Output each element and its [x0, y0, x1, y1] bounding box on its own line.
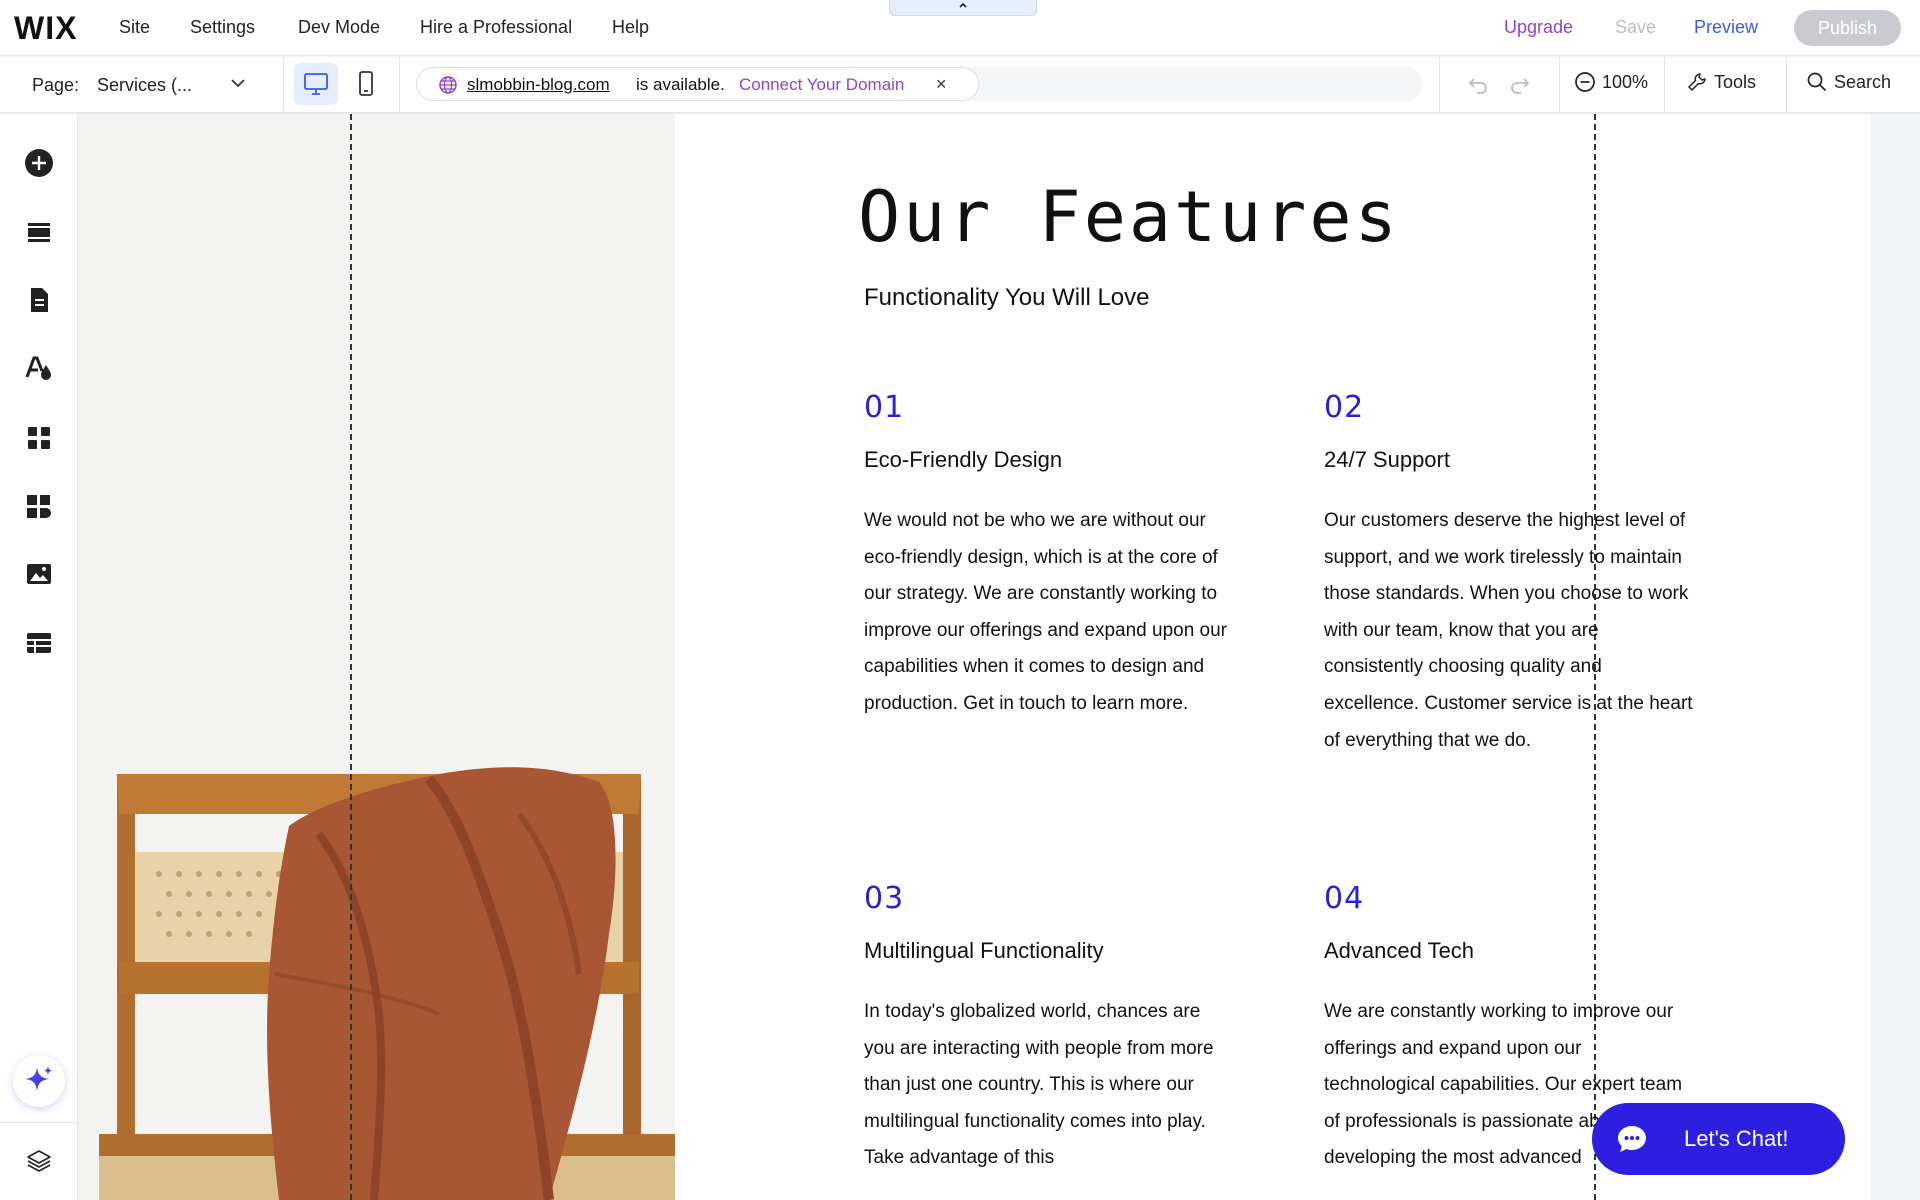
zoom-button[interactable]: 100% — [1574, 71, 1648, 99]
collapse-toolbar-button[interactable] — [889, 0, 1037, 16]
divider — [283, 57, 284, 113]
save-button[interactable]: Save — [1615, 17, 1656, 38]
lets-chat-button[interactable]: Let's Chat! — [1592, 1103, 1845, 1175]
editor-toolbar: Page: Services (... slmobbin-blog.com is… — [0, 57, 1920, 113]
search-button[interactable]: Search — [1806, 71, 1891, 99]
domain-name[interactable]: slmobbin-blog.com — [467, 75, 610, 95]
add-icon[interactable] — [24, 148, 54, 178]
left-sidebar — [0, 114, 78, 1200]
mobile-view-button[interactable] — [350, 63, 382, 105]
pages-icon[interactable] — [24, 285, 54, 315]
top-bar: WIX Site Settings Dev Mode Hire a Profes… — [0, 0, 1920, 56]
chevron-up-icon — [959, 2, 967, 8]
media-icon[interactable] — [24, 559, 54, 589]
divider — [399, 57, 400, 113]
chat-label: Let's Chat! — [1684, 1126, 1789, 1151]
desktop-icon — [304, 73, 328, 95]
desktop-view-button[interactable] — [294, 63, 338, 105]
mobile-icon — [359, 71, 373, 96]
chair-with-sweater-illustration — [79, 114, 675, 1200]
canvas-margin — [1871, 114, 1920, 1200]
business-apps-icon[interactable] — [24, 491, 54, 521]
domain-availability-text: is available. — [636, 75, 725, 94]
guide-line[interactable] — [350, 114, 352, 1200]
menu-site[interactable]: Site — [119, 17, 150, 38]
feature-card[interactable]: 02 24/7 Support Our customers deserve th… — [1324, 390, 1704, 759]
editor-canvas[interactable]: Our Features Functionality You Will Love… — [79, 114, 1871, 1200]
divider — [1664, 57, 1665, 113]
upgrade-link[interactable]: Upgrade — [1504, 17, 1573, 38]
search-icon — [1807, 72, 1827, 92]
undo-icon[interactable] — [1466, 73, 1490, 97]
feature-description: We would not be who we are without our e… — [864, 510, 1228, 714]
globe-icon — [439, 76, 457, 94]
search-label: Search — [1834, 71, 1892, 92]
feature-number: 02 — [1324, 390, 1365, 425]
feature-card[interactable]: 03 Multilingual Functionality In today's… — [864, 881, 1244, 1177]
menu-hire-professional[interactable]: Hire a Professional — [420, 17, 572, 38]
zoom-value: 100% — [1602, 71, 1649, 92]
feature-number: 04 — [1324, 881, 1365, 916]
divider — [1439, 57, 1440, 113]
tools-button[interactable]: Tools — [1686, 71, 1756, 99]
layers-icon[interactable] — [24, 1146, 54, 1176]
tools-label: Tools — [1714, 71, 1757, 92]
divider — [0, 1122, 78, 1123]
close-icon[interactable]: × — [936, 74, 947, 95]
feature-title: Multilingual Functionality — [864, 938, 1104, 963]
cms-icon[interactable] — [24, 628, 54, 658]
menu-help[interactable]: Help — [612, 17, 649, 38]
ai-sparkle-icon — [25, 1066, 52, 1091]
section-subtitle[interactable]: Functionality You Will Love — [864, 284, 1150, 312]
divider — [1559, 57, 1560, 113]
connect-domain-link[interactable]: Connect Your Domain — [739, 75, 904, 95]
apps-icon[interactable] — [24, 423, 54, 453]
page-selector[interactable]: Services (... — [97, 75, 192, 96]
domain-notice: slmobbin-blog.com is available. Connect … — [416, 67, 979, 101]
feature-title: Eco-Friendly Design — [864, 447, 1063, 472]
redo-icon[interactable] — [1508, 73, 1532, 97]
feature-description: In today's globalized world, chances are… — [864, 1001, 1214, 1169]
zoom-out-icon — [1575, 72, 1595, 93]
design-icon[interactable] — [24, 353, 54, 383]
feature-description: Our customers deserve the highest level … — [1324, 510, 1693, 751]
chair-sweater-image[interactable] — [79, 114, 675, 1200]
wrench-icon — [1688, 73, 1706, 91]
chevron-down-icon[interactable] — [228, 71, 248, 95]
feature-number: 03 — [864, 881, 905, 916]
preview-button[interactable]: Preview — [1694, 17, 1758, 38]
feature-number: 01 — [864, 390, 905, 425]
feature-card[interactable]: 01 Eco-Friendly Design We would not be w… — [864, 390, 1244, 723]
menu-settings[interactable]: Settings — [190, 17, 255, 38]
page-label: Page: — [32, 75, 80, 95]
ai-assistant-button[interactable] — [13, 1055, 65, 1107]
chat-bubble-icon — [1618, 1126, 1646, 1152]
publish-button[interactable]: Publish — [1794, 10, 1901, 46]
divider — [1786, 57, 1787, 113]
wix-logo[interactable]: WIX — [14, 10, 77, 47]
section-title[interactable]: Our Features — [858, 176, 1400, 258]
feature-title: Advanced Tech — [1324, 938, 1475, 963]
feature-title: 24/7 Support — [1324, 447, 1450, 472]
menu-dev-mode[interactable]: Dev Mode — [298, 17, 380, 38]
sections-icon[interactable] — [24, 217, 54, 247]
